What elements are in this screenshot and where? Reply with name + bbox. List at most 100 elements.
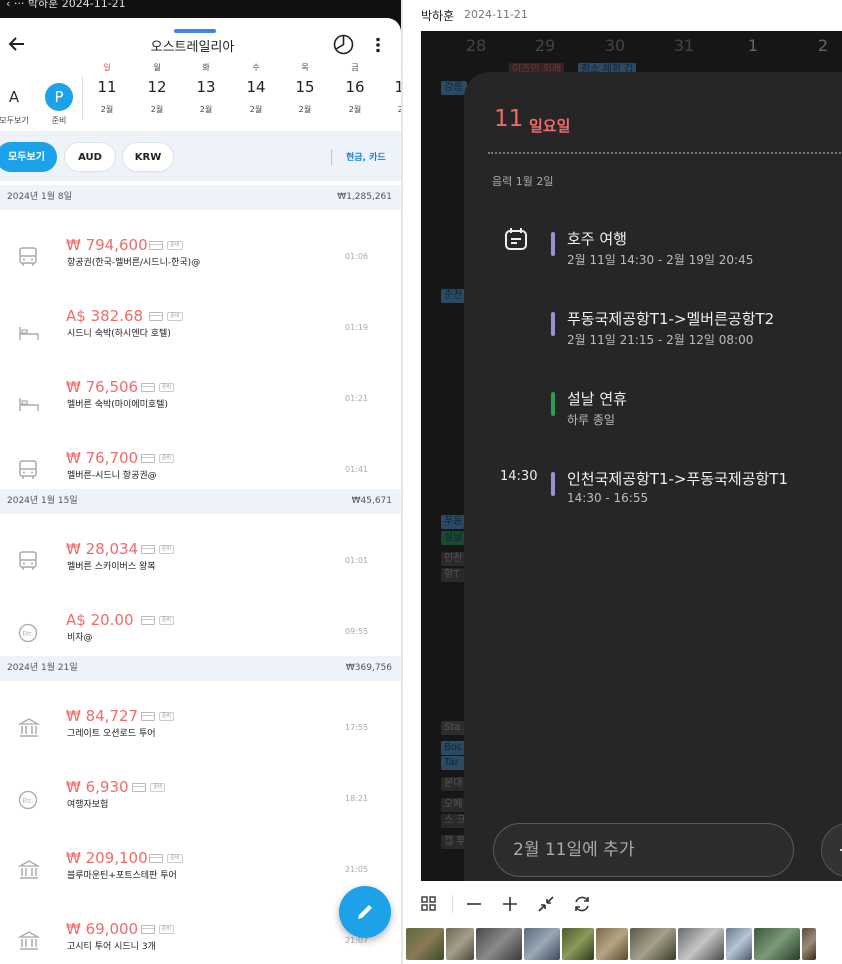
mode-prepare[interactable]: P 준비 [43, 83, 75, 126]
calendar-chip[interactable]: 갭 투 [441, 835, 465, 849]
calendar-day-number: 1 [747, 36, 759, 55]
thumbnail[interactable] [524, 928, 560, 960]
bed-icon [18, 396, 40, 416]
expense-item[interactable]: ₩ 209,100 준비 블루마운틴+포트스테판 투어 21:05 [0, 825, 401, 895]
expense-description: 고시티 투어 시드니 3개 [67, 942, 156, 952]
status-tag: 준비 [158, 545, 174, 554]
event-color-bar [551, 232, 555, 256]
expense-amount: ₩ 209,100 [66, 849, 148, 867]
filter-krw-chip[interactable]: KRW [122, 142, 174, 172]
thumbnail[interactable] [802, 928, 816, 960]
drag-handle[interactable] [174, 29, 216, 33]
more-vert-icon[interactable] [375, 37, 381, 53]
mode-all[interactable]: A 모두보기 [0, 83, 30, 126]
date-group-header: 2024년 1월 15일 ₩45,671 [0, 489, 401, 514]
status-tag: 준비 [158, 712, 174, 721]
grid-icon[interactable] [418, 893, 440, 915]
expense-item[interactable]: A$ 382.68 준비 시드니 숙박(하시엔다 호텔) 01:19 [0, 283, 401, 353]
date-day-14[interactable]: 수 14 2월 [236, 62, 276, 115]
date-day-17[interactable]: 토 17 2월 [384, 62, 401, 115]
thumbnail[interactable] [476, 928, 522, 960]
zoom-in-icon[interactable] [499, 893, 521, 915]
payment-type-filter[interactable]: 현금, 카드 [346, 150, 386, 163]
expense-time: 01:19 [345, 323, 369, 332]
month-label: 2월 [348, 105, 362, 114]
expense-item[interactable]: ₩ 76,506 준비 멜버른 숙박(마이에미호텔) 01:21 [0, 354, 401, 424]
calendar-chip[interactable]: 강릉 [441, 81, 467, 95]
add-event-button[interactable] [821, 823, 842, 877]
group-date: 2024년 1월 8일 [7, 192, 72, 202]
expense-amount: ₩ 6,930 [66, 778, 129, 796]
date-day-15[interactable]: 목 15 2월 [285, 62, 325, 115]
weekday-label: 목 [301, 63, 309, 72]
pencil-icon [358, 905, 372, 919]
screen: ‹ ··· 박하훈 2024-11-21 오스트레일리아 A 모두보기 P 준비… [0, 0, 842, 964]
pie-chart-icon[interactable] [333, 34, 354, 55]
museum-icon [17, 931, 41, 955]
thumbnail[interactable] [678, 928, 724, 960]
date-selector: A 모두보기 P 준비 일 11 2월 월 12 2월 화 13 2월 수 14 2월 목 15 2월 금 16… [0, 62, 401, 132]
calendar-chip[interactable]: 스 크 [441, 814, 465, 828]
date-day-11[interactable]: 일 11 2월 [87, 62, 127, 115]
expense-time: 01:01 [345, 556, 369, 565]
thumbnail[interactable] [726, 928, 752, 960]
card-icon [149, 241, 164, 250]
card-icon [140, 712, 155, 721]
fit-screen-icon[interactable] [535, 893, 557, 915]
thumbnail[interactable] [406, 928, 444, 960]
card-icon [132, 783, 147, 792]
thumbnail[interactable] [630, 928, 676, 960]
expense-item[interactable]: ₩ 28,034 준비 멜버른 스카이버스 왕복 01:01 [0, 516, 401, 586]
expense-item[interactable]: ₩ 84,727 준비 그레이트 오션로드 투어 17:55 [0, 683, 401, 753]
month-label: 2월 [249, 105, 263, 114]
mode-prepare-label: 준비 [51, 116, 67, 125]
expense-description: 시드니 숙박(하시엔다 호텔) [67, 329, 171, 339]
edit-fab-button[interactable] [339, 886, 391, 938]
card-icon [140, 383, 155, 392]
rotate-icon[interactable] [571, 893, 593, 915]
calendar-chip[interactable]: 푸동 [441, 515, 465, 529]
expense-item[interactable]: ₩ 76,700 준비 멜버른-시드니 항공권@ 01:41 [0, 425, 401, 495]
date-day-12[interactable]: 월 12 2월 [137, 62, 177, 115]
event-title: 푸동국제공항T1->멜버른공항T2 [567, 310, 775, 328]
thumbnail[interactable] [596, 928, 628, 960]
calendar-chip[interactable]: Boc [441, 741, 465, 755]
expense-time: 17:55 [345, 723, 369, 732]
mode-all-letter: A [8, 88, 20, 106]
weekday-label: 금 [351, 63, 359, 72]
plus-icon [840, 849, 842, 851]
calendar-chip[interactable]: 오페 [441, 798, 465, 812]
day-number: 14 [246, 78, 266, 96]
expense-item[interactable]: Etc. A$ 20.00 준비 비자@ 09:55 [0, 587, 401, 657]
calendar-chip[interactable]: Tar [441, 756, 465, 770]
expense-item[interactable]: Etc. ₩ 6,930 준비 여행자보험 18:21 [0, 754, 401, 824]
thumbnail[interactable] [446, 928, 474, 960]
thumbnail[interactable] [754, 928, 800, 960]
etc-icon: Etc. [18, 790, 38, 814]
status-tag: 준비 [158, 383, 174, 392]
filter-aud-chip[interactable]: AUD [64, 142, 116, 172]
expense-time: 01:06 [345, 252, 369, 261]
card-icon [140, 454, 155, 463]
popup-day-number: 11 [494, 106, 524, 132]
expense-time: 18:21 [345, 794, 369, 803]
thumbnail[interactable] [562, 928, 594, 960]
calendar-chip[interactable]: 항T [441, 568, 465, 582]
calendar-chip[interactable]: 본대 [441, 777, 465, 791]
month-label: 2월 [150, 105, 164, 114]
dotted-divider [488, 152, 842, 154]
user-name: 박하훈 [421, 9, 455, 23]
status-tag: 준비 [167, 854, 183, 863]
filter-all-chip[interactable]: 모두보기 [0, 142, 57, 172]
zoom-out-icon[interactable] [463, 893, 485, 915]
add-event-input[interactable]: 2월 11일에 추가 [493, 823, 794, 877]
expense-item[interactable]: ₩ 794,600 준비 항공권(한국-멜버른/시드니-한국)@ 01:06 [0, 212, 401, 282]
event-time: 2월 11일 14:30 - 2월 19일 20:45 [567, 253, 754, 267]
calendar-chip[interactable]: Sta [441, 721, 465, 735]
calendar-chip[interactable]: 설날 [441, 531, 465, 545]
date-day-13[interactable]: 화 13 2월 [186, 62, 226, 115]
calendar-chip[interactable]: 인천 [441, 552, 465, 566]
status-tag: 준비 [158, 616, 174, 625]
date-day-16[interactable]: 금 16 2월 [335, 62, 375, 115]
calendar-day-number: 31 [673, 36, 695, 55]
